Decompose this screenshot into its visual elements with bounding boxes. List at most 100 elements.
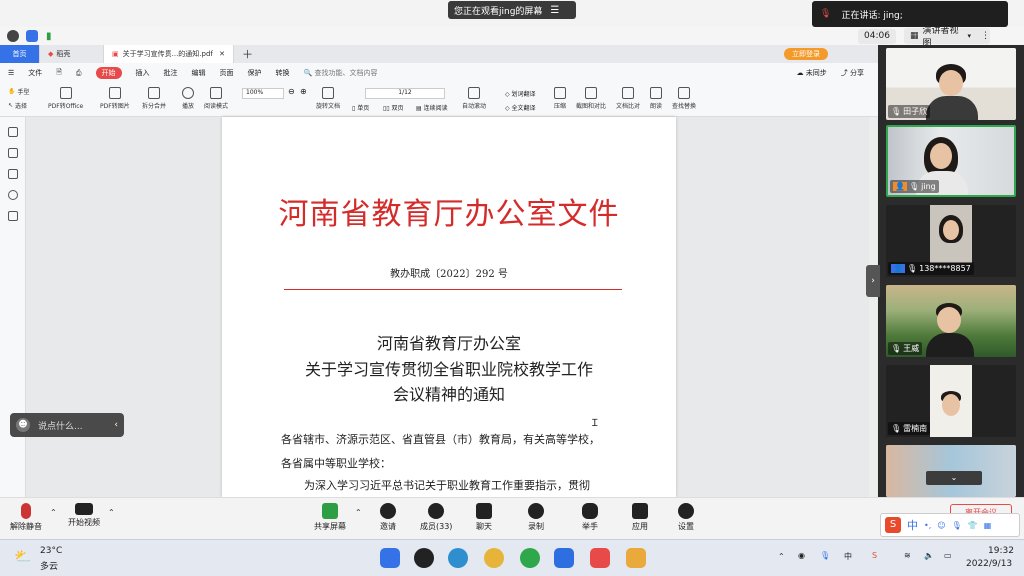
full-translate-button[interactable]: ◇ 全文翻译 [505,103,536,112]
apps-button[interactable]: 应用 [632,503,648,532]
pdf-to-office-button[interactable]: PDF转Office [48,87,83,110]
video-options-chevron-icon[interactable]: ⌃ [108,508,115,517]
wifi-icon[interactable]: ≋ [904,551,911,560]
menu-insert[interactable]: 插入 [136,68,150,78]
sync-status[interactable]: ☁ 未同步 [797,68,827,78]
comment-icon[interactable] [8,169,18,179]
screenshot-compare-button[interactable]: 截图和对比 [576,87,606,110]
rotate-button[interactable]: 旋转文档 [316,87,340,110]
view-mode-button[interactable]: ▦ 演讲者视图 ▾ ⋮ [904,26,990,49]
participant-tile[interactable]: ⌄ [886,445,1016,497]
edge-icon[interactable] [448,548,468,568]
doc-compare-button[interactable]: 文档比对 [616,87,640,110]
hamburger-icon[interactable]: ☰ [8,69,14,77]
tab-pdf-document[interactable]: ▣ 关于学习宣传贯...的通知.pdf ✕ [104,45,234,63]
participant-tile[interactable]: 🎙 王威 [886,285,1016,357]
qq-icon[interactable] [414,548,434,568]
tray-ime-icon[interactable]: 中 [844,551,852,562]
auto-scroll-button[interactable]: 自动滚动 [462,87,486,110]
sidebar-collapse-button[interactable]: › [866,265,880,297]
thumbnail-icon[interactable] [8,148,18,158]
new-tab-button[interactable]: ＋ [234,45,261,63]
continuous-read-button[interactable]: ▤ 连续阅读 [416,103,448,112]
select-tool[interactable]: ↖ 选择 [8,101,27,110]
single-page-button[interactable]: ▯ 单页 [352,103,369,112]
hand-tool[interactable]: ✋ 手型 [8,87,30,96]
participant-tile[interactable]: 👤 🎙 138****8857 [886,205,1016,277]
pdf-to-image-button[interactable]: PDF转图片 [100,87,130,110]
split-merge-button[interactable]: 拆分合并 [142,87,166,110]
tab-home[interactable]: 首页 [0,45,40,63]
share-options-chevron-icon[interactable]: ⌃ [355,508,362,517]
close-icon[interactable]: ✕ [219,50,225,58]
participant-tile[interactable]: 🎙 雷楠南 [886,365,1016,437]
play-button[interactable]: 播放 [182,87,194,110]
menu-edit[interactable]: 编辑 [192,68,206,78]
compress-button[interactable]: 压缩 [554,87,566,110]
more-icon[interactable]: ⋮ [981,31,990,41]
record-button[interactable]: 录制 [528,503,544,532]
tray-sogou-icon[interactable]: S [872,551,877,560]
invite-button[interactable]: 邀请 [380,503,396,532]
signature-icon[interactable] [8,211,18,221]
find-replace-button[interactable]: 查找替换 [672,87,696,110]
members-button[interactable]: 成员(33) [420,503,452,532]
shield-icon[interactable] [26,30,38,42]
emoji-icon[interactable]: ☺ [937,521,945,530]
read-aloud-button[interactable]: 朗读 [650,87,662,110]
start-icon[interactable] [380,548,400,568]
zoom-out-icon[interactable]: ⊖ [288,87,295,96]
ime-mode[interactable]: 中 [907,517,918,533]
document-scrollbar[interactable] [869,117,877,497]
emoji-icon[interactable]: ☻ [16,418,30,432]
zoom-select[interactable]: 100% [242,88,284,99]
save-icon[interactable]: 🗎 [56,68,62,79]
participant-tile[interactable]: 🎙 田子欣 [886,48,1016,120]
raise-hand-button[interactable]: 举手 [582,503,598,532]
menu-convert[interactable]: 转换 [276,68,290,78]
menu-icon[interactable]: ☰ [550,5,559,16]
tray-mic-icon[interactable]: 🎙 [820,551,830,560]
menu-start[interactable]: 开始 [95,67,122,79]
weather-icon[interactable]: ⛅ [14,549,31,565]
settings-button[interactable]: 设置 [678,503,694,532]
zoom-in-icon[interactable]: ⊕ [300,87,307,96]
unmute-button[interactable]: 解除静音 [10,503,42,532]
start-video-button[interactable]: 开始视频 [68,503,100,528]
tencent-meeting-icon[interactable] [554,548,574,568]
battery-icon[interactable]: ▭ [944,551,952,560]
tray-qq-icon[interactable]: ◉ [798,551,805,560]
paint-icon[interactable] [626,548,646,568]
sogou-icon[interactable]: S [885,517,901,533]
menu-page[interactable]: 页面 [220,68,234,78]
punctuation-icon[interactable]: •, [924,521,931,530]
expand-button[interactable]: ⌄ [926,471,982,485]
search-input[interactable]: 🔍 查找功能、文档内容 [304,68,378,78]
menu-protect[interactable]: 保护 [248,68,262,78]
share-screen-button[interactable]: 共享屏幕 [314,503,346,532]
page-indicator[interactable]: 1/12 [365,88,445,99]
login-button[interactable]: 立即登录 [784,48,828,60]
tray-chevron-icon[interactable]: ⌃ [778,552,785,561]
temperature[interactable]: 23°C [40,546,62,556]
chat-quick-input[interactable]: ☻ 说点什么... ‹ [10,413,124,437]
attachment-icon[interactable] [8,190,18,200]
chat-button[interactable]: 聊天 [476,503,492,532]
volume-icon[interactable]: 🔈 [924,551,934,560]
signal-icon[interactable]: ▮ [46,31,52,42]
bookmark-icon[interactable] [8,127,18,137]
clock-date[interactable]: 2022/9/13 [966,559,1012,569]
participant-tile[interactable]: 👤 🎙 jing [886,125,1016,197]
toolbox-icon[interactable]: ▦ [984,521,992,530]
weather-text[interactable]: 多云 [40,559,58,572]
wps-icon[interactable] [590,548,610,568]
share-button[interactable]: ⤴ 分享 [841,68,864,78]
collapse-chat-icon[interactable]: ‹ [114,420,118,430]
read-mode-button[interactable]: 阅读模式 [204,87,228,110]
double-page-button[interactable]: ▯▯ 双页 [383,103,404,112]
skin-icon[interactable]: 👕 [968,521,978,530]
document-page[interactable]: 河南省教育厅办公室文件 教办职成〔2022〕292 号 河南省教育厅办公室 关于… [222,117,676,497]
print-icon[interactable]: ⎙ [76,69,82,78]
ime-toolbar[interactable]: S 中 •, ☺ 🎙 👕 ▦ [880,513,1020,537]
voice-icon[interactable]: 🎙 [952,521,962,530]
